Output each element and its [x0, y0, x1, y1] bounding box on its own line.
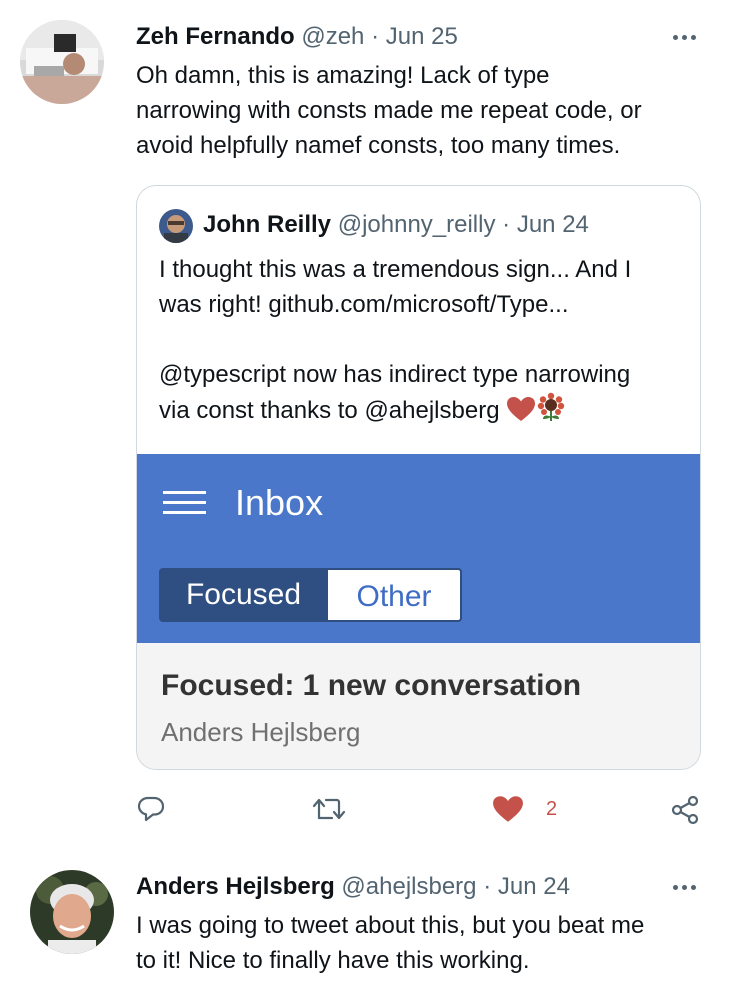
quote-text-line-with-emoji: via const thanks to @ahejlsberg [159, 392, 631, 432]
tweet-anders-hejlsberg[interactable]: Anders Hejlsberg @ahejlsberg · Jun 24 I … [0, 860, 730, 996]
heart-icon [493, 796, 523, 822]
tweet-text: Oh damn, this is amazing! Lack of type n… [136, 58, 642, 163]
avatar[interactable] [20, 20, 104, 104]
quote-text: I thought this was a tremendous sign... … [159, 252, 631, 432]
tweet-header: Zeh Fernando @zeh · Jun 25 [136, 22, 458, 52]
hamburger-menu-icon [163, 491, 206, 515]
reply-button[interactable] [137, 795, 165, 823]
tab-other: Other [328, 568, 462, 622]
quote-avatar-photo [159, 209, 193, 243]
quote-date[interactable]: Jun 24 [517, 211, 589, 238]
author-handle[interactable]: @zeh [301, 23, 364, 50]
separator: · [371, 23, 380, 50]
share-button[interactable] [670, 795, 700, 825]
tweet-date[interactable]: Jun 24 [498, 873, 570, 900]
more-options-icon[interactable] [664, 872, 704, 902]
author-handle[interactable]: @ahejlsberg [341, 873, 476, 900]
separator: · [502, 211, 511, 238]
tweet-text-line: avoid helpfully namef consts, too many t… [136, 132, 621, 159]
inbox-title: Inbox [235, 482, 324, 523]
retweet-icon [312, 798, 346, 820]
tweet-text: I was going to tweet about this, but you… [136, 908, 644, 978]
avatar-photo [30, 870, 114, 954]
tweet-text-line: to it! Nice to finally have this working… [136, 947, 530, 974]
sunflower-emoji [536, 392, 566, 432]
sender-name: Anders Hejlsberg [161, 717, 361, 747]
quote-author-name[interactable]: John Reilly [203, 211, 331, 238]
quote-text-line: I thought this was a tremendous sign... … [159, 256, 632, 283]
quote-author-handle[interactable]: @johnny_reilly [338, 211, 496, 238]
media-header-bar: Inbox Focused Other [137, 454, 700, 643]
tweet-text-line: Oh damn, this is amazing! Lack of type [136, 62, 550, 89]
separator: · [483, 873, 492, 900]
quote-text-segment: via const thanks to @ahejlsberg [159, 397, 500, 424]
media-message-preview: Focused: 1 new conversation Anders Hejls… [137, 643, 700, 769]
tweet-date[interactable]: Jun 25 [386, 23, 458, 50]
heart-emoji [506, 396, 536, 432]
quote-text-line: @typescript now has indirect type narrow… [159, 361, 631, 388]
quote-header: John Reilly @johnny_reilly · Jun 24 [203, 210, 589, 240]
author-name[interactable]: Anders Hejlsberg [136, 873, 335, 900]
share-icon [671, 795, 699, 825]
like-button[interactable]: 2 [492, 795, 557, 823]
quote-avatar[interactable] [159, 209, 193, 243]
avatar-photo [20, 20, 104, 104]
tweet-zeh-fernando[interactable]: Zeh Fernando @zeh · Jun 25 Oh damn, this… [0, 0, 730, 860]
author-name[interactable]: Zeh Fernando [136, 23, 295, 50]
more-options-icon[interactable] [664, 22, 704, 52]
quoted-media-image[interactable]: Inbox Focused Other Focused: 1 new conve… [137, 454, 700, 769]
retweet-button[interactable] [312, 796, 346, 822]
quote-text-line: was right! github.com/microsoft/Type... [159, 291, 569, 318]
like-count: 2 [546, 797, 558, 820]
quoted-tweet[interactable]: John Reilly @johnny_reilly · Jun 24 I th… [136, 185, 701, 770]
focused-summary: Focused: 1 new conversation [161, 669, 582, 702]
avatar[interactable] [30, 870, 114, 954]
reply-icon [137, 796, 165, 822]
tweet-header: Anders Hejlsberg @ahejlsberg · Jun 24 [136, 872, 570, 902]
tweet-text-line: narrowing with consts made me repeat cod… [136, 97, 642, 124]
tab-focused: Focused [185, 578, 302, 611]
tweet-text-line: I was going to tweet about this, but you… [136, 912, 645, 939]
inbox-segmented-control: Focused Other [159, 568, 462, 622]
